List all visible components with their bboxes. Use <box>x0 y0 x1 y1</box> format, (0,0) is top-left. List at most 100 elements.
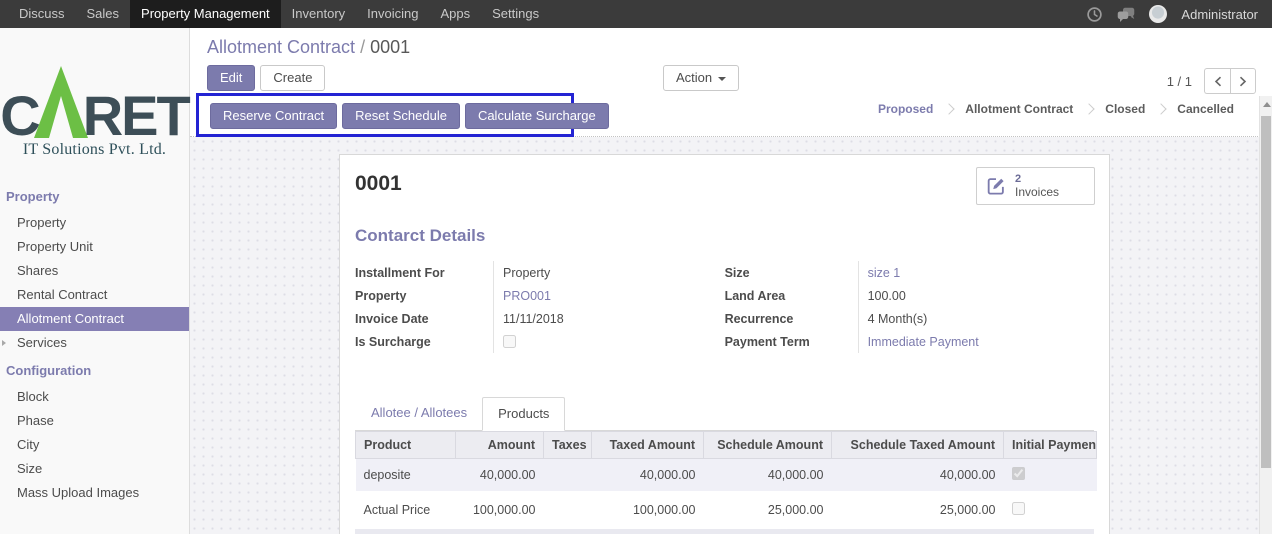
create-button[interactable]: Create <box>260 65 326 91</box>
pager-count: 1 / 1 <box>1166 73 1192 89</box>
logo-subtitle: IT Solutions Pvt. Ltd. <box>22 141 167 158</box>
column-header-taxed-amount: Taxed Amount <box>591 431 704 459</box>
nav-right-tools: Administrator <box>1085 0 1272 28</box>
vertical-scrollbar[interactable] <box>1259 96 1272 534</box>
company-logo: C RET IT Solutions Pvt. Ltd. <box>0 58 191 159</box>
pager-previous-button[interactable] <box>1204 68 1230 94</box>
nav-item-inventory[interactable]: Inventory <box>281 0 356 28</box>
nav-item-sales[interactable]: Sales <box>76 0 131 28</box>
invoices-label: Invoices <box>1015 185 1060 199</box>
reserve-contract-button[interactable]: Reserve Contract <box>210 103 338 129</box>
status-chevron-icon <box>1083 103 1095 115</box>
property-link[interactable]: PRO001 <box>503 289 551 303</box>
stat-button-text: 2 Invoices <box>1015 173 1059 199</box>
initial-payment-checkbox <box>1011 467 1025 480</box>
breadcrumb-current: 0001 <box>370 37 411 57</box>
table-row[interactable]: Actual Price 100,000.00 100,000.00 25,00… <box>355 492 1097 529</box>
payment-term-link[interactable]: Immediate Payment <box>868 335 979 349</box>
scroll-up-arrow-icon[interactable] <box>1263 102 1271 107</box>
nav-item-property-management[interactable]: Property Management <box>130 0 281 28</box>
table-header-row: Product Amount Taxes Taxed Amount Schedu… <box>355 431 1097 459</box>
sidebar-item-rental-contract[interactable]: Rental Contract <box>0 283 189 307</box>
control-panel: Allotment Contract/0001 Edit Create Acti… <box>190 28 1272 137</box>
notebook-tabs: Allotee / Allotees Products <box>355 397 1094 431</box>
user-menu[interactable]: Administrator <box>1181 7 1258 22</box>
cell-amount: 40,000.00 <box>455 458 544 494</box>
field-size: Size size 1 <box>725 261 1094 284</box>
tab-allotee[interactable]: Allotee / Allotees <box>356 397 482 430</box>
annotation-highlight-box: Reserve Contract Reset Schedule Calculat… <box>196 93 609 137</box>
invoices-stat-button[interactable]: 2 Invoices <box>976 167 1095 205</box>
form-sheet: 2 Invoices 0001 Contarct Details Install… <box>339 154 1110 534</box>
table-row[interactable]: deposite 40,000.00 40,000.00 40,000.00 4… <box>355 458 1097 494</box>
reset-schedule-button[interactable]: Reset Schedule <box>342 103 460 129</box>
status-allotment-contract[interactable]: Allotment Contract <box>954 102 1084 116</box>
field-label: Payment Term <box>724 334 810 349</box>
contract-details-heading: Contarct Details <box>355 226 486 245</box>
field-label: Land Area <box>724 288 786 303</box>
statusbar: Proposed Allotment Contract Closed Cance… <box>867 102 1245 116</box>
status-proposed[interactable]: Proposed <box>867 102 944 116</box>
pager: 1 / 1 <box>1167 68 1256 94</box>
sidebar-item-block[interactable]: Block <box>0 385 189 409</box>
field-value: 11/11/2018 <box>493 307 703 330</box>
sidebar: C RET IT Solutions Pvt. Ltd. Property Pr… <box>0 28 191 534</box>
status-chevron-icon <box>943 103 955 115</box>
pager-buttons <box>1204 68 1256 94</box>
breadcrumb: Allotment Contract/0001 <box>207 37 410 58</box>
cell-schedule-taxed-amount: 25,000.00 <box>831 492 1004 529</box>
form-view-background: 2 Invoices 0001 Contarct Details Install… <box>190 137 1259 534</box>
sidebar-item-mass-upload-images[interactable]: Mass Upload Images <box>0 481 189 505</box>
sidebar-item-property[interactable]: Property <box>0 211 189 235</box>
cell-schedule-taxed-amount: 40,000.00 <box>831 458 1004 494</box>
messages-icon[interactable] <box>1117 5 1135 23</box>
column-header-amount: Amount <box>455 431 544 459</box>
logo-letter-ret: RET <box>82 84 191 148</box>
sidebar-item-shares[interactable]: Shares <box>0 259 189 283</box>
edit-create-buttons: Edit Create <box>207 65 326 91</box>
user-avatar[interactable] <box>1149 5 1168 23</box>
contract-action-buttons: Reserve Contract Reset Schedule Calculat… <box>210 103 609 129</box>
sidebar-item-property-unit[interactable]: Property Unit <box>0 235 189 259</box>
nav-item-invoicing[interactable]: Invoicing <box>356 0 429 28</box>
sidebar-item-services[interactable]: Services <box>0 331 189 355</box>
field-label: Recurrence <box>724 311 794 326</box>
action-label: Action <box>676 70 713 85</box>
app-window: Discuss Sales Property Management Invent… <box>0 0 1272 534</box>
edit-button[interactable]: Edit <box>207 65 256 91</box>
products-table: Product Amount Taxes Taxed Amount Schedu… <box>355 431 1097 529</box>
field-label: Installment For <box>355 265 445 280</box>
sidebar-item-allotment-contract[interactable]: Allotment Contract <box>0 307 189 331</box>
logo-wordmark: C RET <box>0 58 191 148</box>
edit-pencil-icon <box>987 178 1004 195</box>
activities-clock-icon[interactable] <box>1085 5 1103 23</box>
cell-schedule-amount: 25,000.00 <box>703 492 832 529</box>
field-label: Property <box>355 288 407 303</box>
action-dropdown-button[interactable]: Action <box>663 65 740 91</box>
breadcrumb-parent-link[interactable]: Allotment Contract <box>207 37 355 57</box>
tab-products[interactable]: Products <box>482 397 566 431</box>
cell-schedule-amount: 40,000.00 <box>703 458 832 494</box>
is-surcharge-checkbox <box>503 335 516 348</box>
action-dropdown-wrap: Action <box>663 65 740 91</box>
field-recurrence: Recurrence 4 Month(s) <box>725 307 1094 330</box>
cell-taxes <box>543 458 592 494</box>
sidebar-item-size[interactable]: Size <box>0 457 189 481</box>
cell-amount: 100,000.00 <box>455 492 544 529</box>
calculate-surcharge-button[interactable]: Calculate Surcharge <box>464 103 609 129</box>
sidebar-item-city[interactable]: City <box>0 433 189 457</box>
nav-item-settings[interactable]: Settings <box>481 0 550 28</box>
logo-caret-icon <box>30 60 92 141</box>
size-link[interactable]: size 1 <box>868 266 901 280</box>
field-invoice-date: Invoice Date 11/11/2018 <box>355 307 703 330</box>
status-cancelled[interactable]: Cancelled <box>1166 102 1245 116</box>
cell-taxed-amount: 100,000.00 <box>591 492 704 529</box>
status-closed[interactable]: Closed <box>1094 102 1156 116</box>
nav-item-apps[interactable]: Apps <box>429 0 481 28</box>
nav-item-discuss[interactable]: Discuss <box>8 0 76 28</box>
main-area: Allotment Contract/0001 Edit Create Acti… <box>190 28 1272 534</box>
sidebar-item-phase[interactable]: Phase <box>0 409 189 433</box>
scrollbar-thumb[interactable] <box>1261 116 1271 468</box>
column-header-product: Product <box>355 431 456 459</box>
pager-next-button[interactable] <box>1230 68 1256 94</box>
